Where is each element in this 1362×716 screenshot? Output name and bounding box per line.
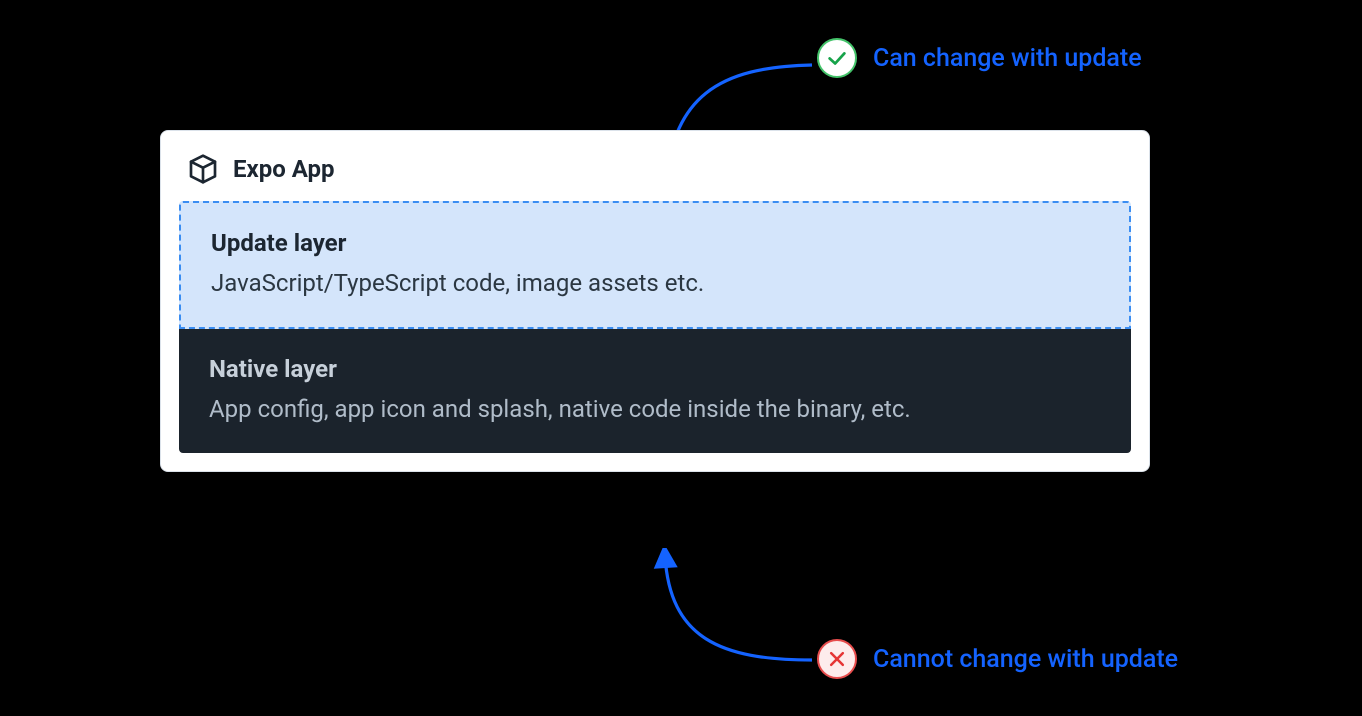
callout-can-change: Can change with update [817,38,1142,78]
layers: Update layer JavaScript/TypeScript code,… [179,201,1131,453]
card-header: Expo App [179,149,1131,201]
native-layer-description: App config, app icon and splash, native … [209,395,1101,423]
cross-icon [827,649,847,669]
callout-cannot-text: Cannot change with update [873,645,1178,674]
package-icon [187,153,219,185]
callout-can-text: Can change with update [873,44,1142,73]
update-layer-description: JavaScript/TypeScript code, image assets… [211,269,1099,297]
check-icon [826,47,848,69]
arrow-bottom [570,548,830,678]
card-title: Expo App [233,155,334,183]
diagram-stage: Expo App Update layer JavaScript/TypeScr… [0,0,1362,716]
native-layer: Native layer App config, app icon and sp… [179,329,1131,453]
cross-badge [817,639,857,679]
native-layer-title: Native layer [209,355,1101,383]
callout-cannot-change: Cannot change with update [817,639,1178,679]
update-layer-title: Update layer [211,229,1099,257]
app-card: Expo App Update layer JavaScript/TypeScr… [160,130,1150,472]
check-badge [817,38,857,78]
update-layer: Update layer JavaScript/TypeScript code,… [179,201,1131,329]
